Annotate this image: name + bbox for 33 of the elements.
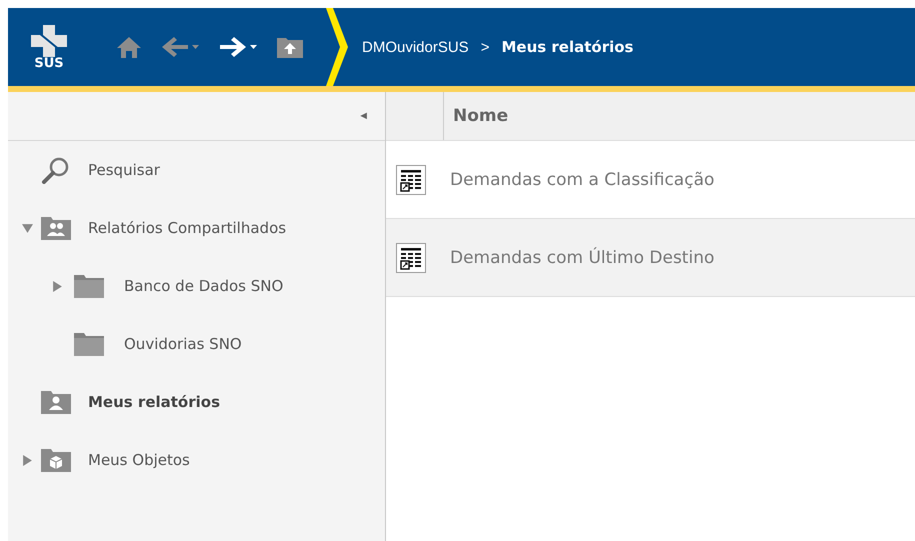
collapse-button[interactable]: ◄ bbox=[356, 108, 371, 124]
chevron-icon bbox=[326, 8, 348, 86]
people-folder-icon bbox=[40, 214, 72, 242]
tree-item[interactable]: Ouvidorias SNO bbox=[124, 335, 242, 353]
column-header[interactable]: Nome bbox=[444, 92, 508, 140]
caret-down-icon bbox=[22, 222, 32, 234]
forward-button[interactable] bbox=[218, 35, 258, 59]
collapse-toggle[interactable] bbox=[20, 221, 34, 235]
tree-item[interactable]: Meus Objetos bbox=[88, 451, 190, 469]
breadcrumb-item[interactable]: > bbox=[480, 38, 490, 56]
box-folder-icon bbox=[40, 446, 72, 474]
folder-up-icon bbox=[276, 35, 304, 59]
user-folder-icon bbox=[40, 388, 72, 416]
cross-logo-icon bbox=[31, 24, 67, 56]
logo: SUS bbox=[18, 24, 80, 70]
left-arrow-icon bbox=[160, 35, 200, 59]
tree-item[interactable]: Pesquisar bbox=[88, 161, 160, 179]
tree-item[interactable]: Banco de Dados SNO bbox=[124, 277, 284, 295]
report-row[interactable]: Demandas com Último Destino bbox=[386, 219, 915, 297]
right-arrow-icon bbox=[218, 35, 258, 59]
expand-toggle[interactable] bbox=[50, 279, 64, 293]
breadcrumb-item[interactable]: DMOuvidorSUS bbox=[362, 38, 469, 56]
report-name: Demandas com Último Destino bbox=[450, 248, 714, 268]
report-name: Demandas com a Classificação bbox=[450, 170, 714, 190]
caret-right-icon bbox=[22, 454, 32, 466]
home-icon bbox=[116, 35, 142, 59]
tree-item[interactable]: Meus relatórios bbox=[88, 393, 220, 411]
report-icon bbox=[396, 164, 426, 194]
breadcrumb-item: Meus relatórios bbox=[501, 38, 634, 56]
expand-toggle[interactable] bbox=[20, 453, 34, 467]
report-icon bbox=[396, 242, 426, 272]
caret-right-icon bbox=[52, 280, 62, 292]
tree-item[interactable]: Relatórios Compartilhados bbox=[88, 219, 286, 237]
